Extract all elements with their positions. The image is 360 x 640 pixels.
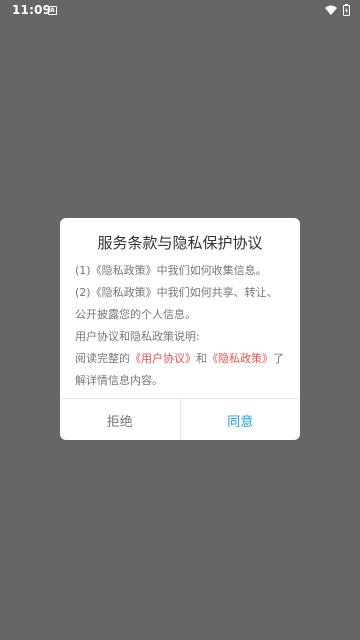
- user-agreement-link[interactable]: 《用户协议》: [130, 352, 196, 365]
- refuse-button[interactable]: 拒绝: [60, 399, 181, 440]
- app-notification-icon: A: [48, 6, 57, 15]
- dialog-actions: 拒绝 同意: [60, 398, 300, 440]
- notice-prefix: 阅读完整的: [75, 352, 130, 365]
- privacy-policy-link[interactable]: 《隐私政策》: [207, 352, 273, 365]
- dialog-body: (1)《隐私政策》中我们如何收集信息。 (2)《隐私政策》中我们如何共享、转让、…: [75, 260, 289, 392]
- body-line: (2)《隐私政策》中我们如何共享、转让、: [75, 286, 278, 299]
- body-notice-line: 阅读完整的《用户协议》和《隐私政策》了: [75, 348, 289, 370]
- body-line: (1)《隐私政策》中我们如何收集信息。: [75, 264, 267, 277]
- body-line: 公开披露您的个人信息。: [75, 308, 196, 321]
- battery-icon: [343, 4, 350, 16]
- notice-and: 和: [196, 352, 207, 365]
- wifi-icon: [325, 5, 337, 15]
- body-line: 解详情信息内容。: [75, 374, 163, 387]
- dialog-title: 服务条款与隐私保护协议: [97, 234, 263, 252]
- notice-suffix: 了: [273, 352, 284, 365]
- status-indicators: [325, 4, 350, 16]
- status-time: 11:09: [12, 3, 52, 17]
- privacy-agreement-dialog: 服务条款与隐私保护协议 (1)《隐私政策》中我们如何收集信息。 (2)《隐私政策…: [60, 218, 300, 440]
- status-bar: 11:09 A: [0, 0, 360, 20]
- agree-button[interactable]: 同意: [181, 399, 301, 440]
- body-line: 用户协议和隐私政策说明:: [75, 330, 200, 343]
